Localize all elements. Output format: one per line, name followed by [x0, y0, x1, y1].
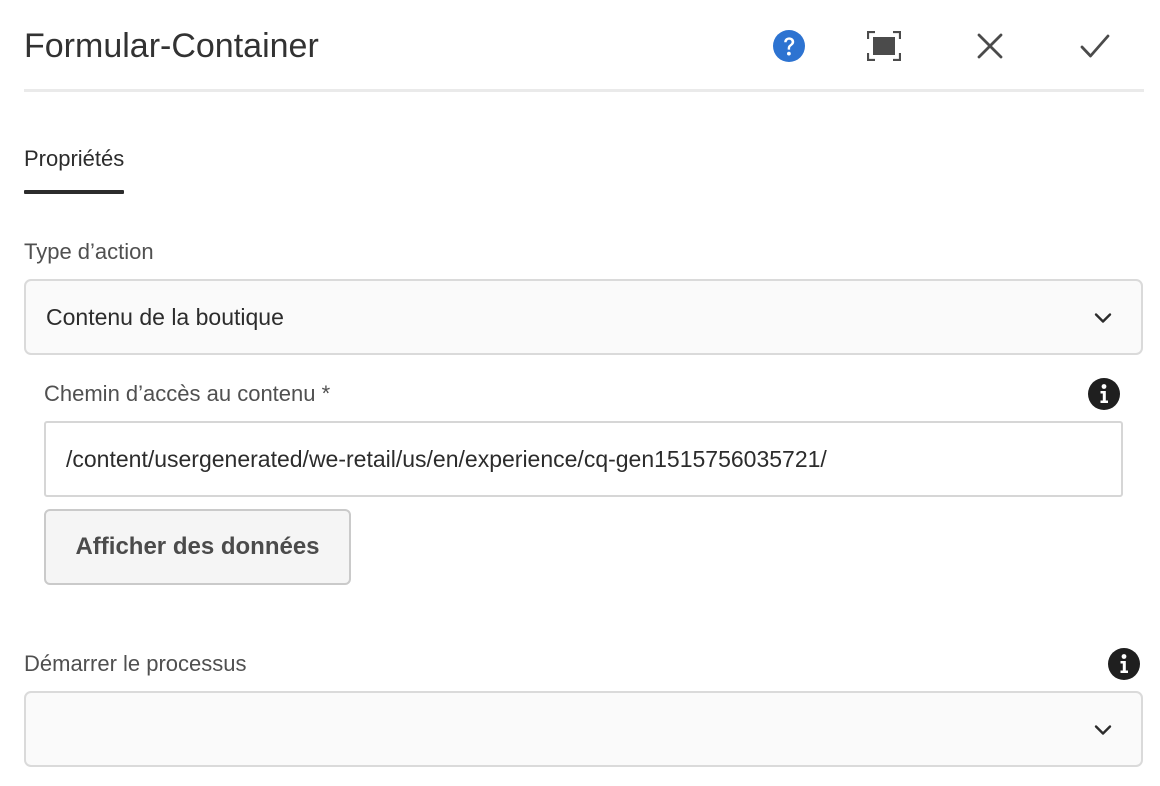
- info-icon[interactable]: [1087, 377, 1121, 411]
- view-data-button[interactable]: Afficher des données: [44, 509, 351, 585]
- dialog-header: Formular-Container: [24, 0, 1144, 92]
- checkmark-icon: [1080, 34, 1110, 58]
- help-circle-icon: [773, 30, 805, 62]
- tab-list: Propriétés: [24, 130, 125, 194]
- info-icon[interactable]: [1107, 647, 1141, 681]
- chevron-down-icon: [1094, 725, 1112, 735]
- tab-selected-indicator: [24, 190, 125, 194]
- dialog-title: Formular-Container: [24, 27, 319, 65]
- tab-label: Propriétés: [24, 146, 125, 171]
- action-type-select[interactable]: Contenu de la boutique: [24, 279, 1143, 355]
- content-path-label: Chemin d’accès au contenu *: [44, 381, 331, 406]
- start-workflow-select[interactable]: [24, 691, 1143, 767]
- help-button[interactable]: [767, 24, 811, 68]
- fullscreen-button[interactable]: [862, 24, 906, 68]
- done-button[interactable]: [1073, 24, 1117, 68]
- tab-properties[interactable]: Propriétés: [24, 130, 125, 194]
- dialog: Formular-Container Propriétés Type d’act…: [0, 0, 1160, 786]
- content-path-input[interactable]: [44, 421, 1123, 497]
- chevron-down-icon: [1094, 313, 1112, 323]
- action-type-value: Contenu de la boutique: [46, 304, 284, 330]
- close-button[interactable]: [968, 24, 1012, 68]
- start-workflow-label: Démarrer le processus: [24, 651, 247, 676]
- close-icon: [977, 33, 1003, 59]
- action-type-label: Type d’action: [24, 239, 154, 264]
- fullscreen-icon: [867, 31, 901, 61]
